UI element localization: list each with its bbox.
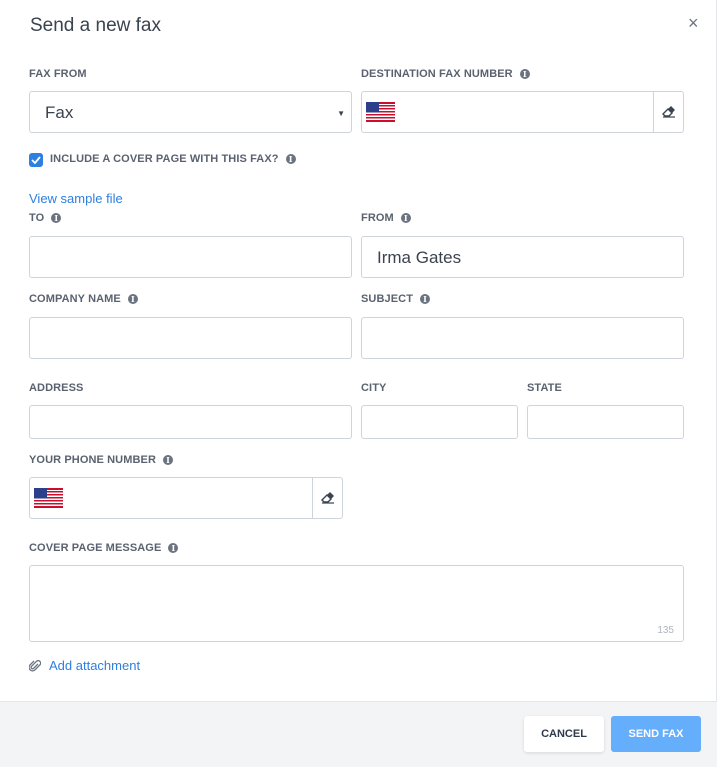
add-attachment-link[interactable]: Add attachment bbox=[49, 658, 140, 673]
company-name-label: COMPANY NAME i bbox=[29, 293, 138, 305]
phone-number-input[interactable] bbox=[29, 477, 343, 519]
message-label: COVER PAGE MESSAGE i bbox=[29, 542, 179, 554]
info-icon[interactable]: i bbox=[285, 154, 296, 164]
fax-from-select[interactable]: Fax ▼ bbox=[29, 91, 352, 133]
info-icon[interactable]: i bbox=[420, 294, 431, 304]
fax-from-value: Fax bbox=[45, 103, 74, 122]
info-icon[interactable]: i bbox=[163, 455, 173, 465]
close-icon[interactable]: × bbox=[688, 14, 702, 32]
state-label: STATE bbox=[527, 382, 562, 394]
info-icon[interactable]: i bbox=[519, 69, 530, 79]
info-icon[interactable]: i bbox=[400, 213, 411, 223]
city-label: CITY bbox=[361, 382, 387, 394]
view-sample-file-link[interactable]: View sample file bbox=[29, 191, 123, 206]
cover-message-textarea[interactable]: 135 bbox=[29, 565, 684, 642]
fax-from-label: FAX FROM bbox=[29, 68, 87, 80]
destination-fax-input[interactable] bbox=[361, 91, 684, 133]
info-icon[interactable]: i bbox=[51, 213, 62, 223]
address-input[interactable] bbox=[29, 405, 352, 439]
company-name-input[interactable] bbox=[29, 317, 352, 359]
cover-page-checkbox[interactable] bbox=[29, 153, 43, 167]
dialog-title: Send a new fax bbox=[30, 15, 161, 36]
dialog-footer bbox=[0, 701, 717, 767]
character-counter: 135 bbox=[657, 625, 674, 636]
eraser-icon[interactable] bbox=[312, 478, 342, 518]
check-icon bbox=[31, 156, 41, 164]
us-flag-icon bbox=[366, 102, 395, 122]
chevron-down-icon: ▼ bbox=[337, 109, 345, 118]
destination-label: DESTINATION FAX NUMBER i bbox=[361, 68, 530, 80]
send-fax-button[interactable]: SEND FAX bbox=[611, 716, 701, 752]
from-input[interactable]: Irma Gates bbox=[361, 236, 684, 278]
cover-page-label: INCLUDE A COVER PAGE WITH THIS FAX? i bbox=[50, 153, 296, 165]
to-label: TO i bbox=[29, 212, 62, 224]
subject-input[interactable] bbox=[361, 317, 684, 359]
us-flag-icon bbox=[34, 488, 63, 508]
info-icon[interactable]: i bbox=[127, 294, 138, 304]
state-input[interactable] bbox=[527, 405, 684, 439]
paperclip-icon[interactable] bbox=[29, 659, 41, 673]
phone-label: YOUR PHONE NUMBER i bbox=[29, 454, 173, 466]
send-fax-dialog: Send a new fax × FAX FROM Fax ▼ DESTINAT… bbox=[0, 0, 717, 767]
cancel-button[interactable]: CANCEL bbox=[524, 716, 604, 752]
subject-label: SUBJECT i bbox=[361, 293, 431, 305]
eraser-icon[interactable] bbox=[653, 92, 683, 132]
address-label: ADDRESS bbox=[29, 382, 84, 394]
to-input[interactable] bbox=[29, 236, 352, 278]
from-label: FROM i bbox=[361, 212, 411, 224]
info-icon[interactable]: i bbox=[168, 543, 179, 553]
city-input[interactable] bbox=[361, 405, 518, 439]
from-value: Irma Gates bbox=[377, 248, 462, 267]
